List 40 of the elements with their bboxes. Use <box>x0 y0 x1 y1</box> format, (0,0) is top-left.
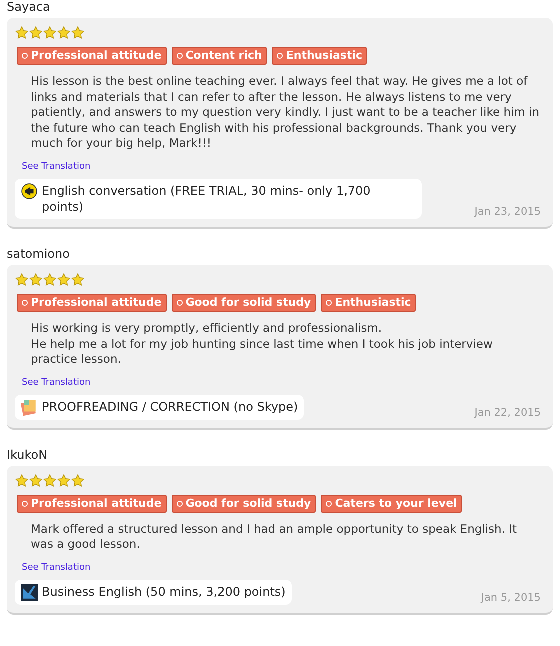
username: Sayaca <box>7 0 52 14</box>
review-date: Jan 22, 2015 <box>474 406 542 420</box>
tag: Content rich <box>172 47 268 65</box>
star-icon <box>29 26 43 40</box>
star-icon <box>57 272 71 287</box>
see-translation-link[interactable]: See Translation <box>22 378 91 388</box>
tag: Good for solid study <box>172 294 316 312</box>
course-chip[interactable]: Business English (50 mins, 3,200 points) <box>15 580 292 605</box>
notepad-icon <box>21 398 38 416</box>
username: satomiono <box>7 246 71 261</box>
star-icon <box>43 26 57 40</box>
tag: Enthusiastic <box>321 294 416 312</box>
tag: Professional attitude <box>17 47 167 65</box>
star-icon <box>15 474 29 488</box>
review-text: Mark offered a structured lesson and I had an ample opportunity to speak English. It was a good lesson. <box>31 522 518 553</box>
course-chip[interactable]: PROOFREADING / CORRECTION (no Skype) <box>15 394 304 420</box>
review-text: His working is very promptly, efficiently and professionalism. He help me a lot for my job hunting since last time when I took his job interview practice lesson. <box>31 320 494 368</box>
username: IkukoN <box>7 448 49 462</box>
star-icon <box>15 272 29 287</box>
star-icon <box>71 272 85 287</box>
review-text: His lesson is the best online teaching ever. I always feel that way. He gives me a lot of links and materials that I can refer to after the lesson. He always listens to me very patiently, and answers to my question very kindly. I just want to be a teacher like him in the future who can teach English with his professional backgrounds. Thank you very much for your big help, Mark!!! <box>31 74 541 152</box>
star-icon <box>29 474 43 488</box>
see-translation-link[interactable]: See Translation <box>22 562 91 573</box>
tag: Good for solid study <box>172 494 316 513</box>
star-icon <box>29 272 43 287</box>
course-chip[interactable]: English conversation (FREE TRIAL, 30 mins- only 1,700 points) <box>15 178 422 219</box>
tag: Professional attitude <box>17 294 167 312</box>
star-icon <box>71 26 85 40</box>
tag: Enthusiastic <box>272 47 368 65</box>
tag: Caters to your level <box>321 494 462 513</box>
star-icon <box>57 26 71 40</box>
see-translation-link[interactable]: See Translation <box>22 162 91 172</box>
star-icon <box>43 474 57 488</box>
star-icon <box>71 474 85 488</box>
star-icon <box>15 26 29 40</box>
review-date: Jan 23, 2015 <box>474 206 542 219</box>
star-icon <box>57 474 71 488</box>
star-icon <box>43 272 57 287</box>
review-date: Jan 5, 2015 <box>481 592 542 605</box>
tag: Professional attitude <box>17 494 167 513</box>
